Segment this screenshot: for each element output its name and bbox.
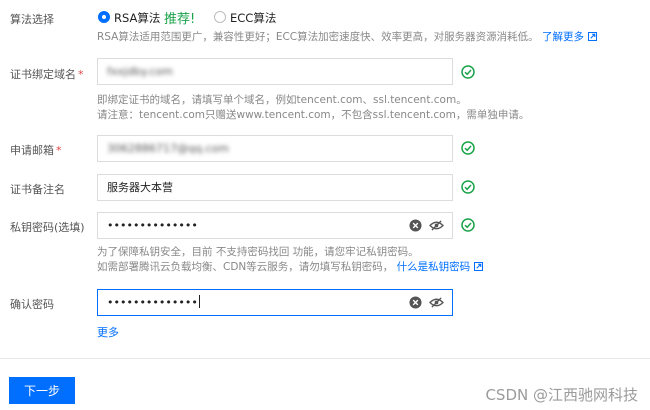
email-label: 申请邮箱 * [10, 144, 62, 157]
confirm-key-label: 确认密码 [10, 298, 54, 311]
clear-icon[interactable] [409, 296, 422, 309]
clear-icon[interactable] [409, 219, 422, 232]
text-caret [198, 295, 200, 308]
external-link-icon [587, 32, 597, 41]
domain-help-2: 请注意：tencent.com只赠送www.tencent.com，不包含ssl… [97, 109, 530, 121]
email-valid-check-icon [461, 141, 475, 155]
domain-label: 证书绑定域名 * [10, 68, 84, 81]
private-key-input[interactable]: •••••••••••••• [97, 212, 453, 239]
algorithm-help: RSA算法适用范围更广，兼容性更好；ECC算法加密速度快、效率更高，对服务器资源… [97, 30, 597, 45]
rsa-option-label[interactable]: RSA算法 [114, 10, 160, 26]
private-key-help-1: 为了保障私钥安全，目前 不支持密码找回 功能，请您牢记私钥密码。 [97, 246, 419, 258]
private-key-valid-check-icon [461, 218, 475, 232]
remark-input[interactable]: 服务器大本营 [97, 174, 453, 201]
next-step-button[interactable]: 下一步 [9, 377, 75, 404]
eye-off-icon[interactable] [429, 296, 444, 309]
private-key-label: 私钥密码(选填) [10, 221, 85, 234]
learn-more-link[interactable]: 了解更多 [542, 31, 597, 43]
private-key-help-2: 如需部署腾讯云负载均衡、CDN等云服务，请勿填写私钥密码， 什么是私钥密码 [97, 260, 484, 275]
algorithm-label: 算法选择 [10, 13, 54, 26]
domain-valid-check-icon [461, 65, 475, 79]
recommend-text: 推荐! [164, 12, 196, 27]
ecc-radio[interactable] [214, 11, 226, 23]
rsa-radio[interactable] [98, 11, 110, 23]
remark-label: 证书备注名 [10, 183, 65, 196]
remark-valid-check-icon [461, 180, 475, 194]
more-link[interactable]: 更多 [97, 324, 119, 340]
watermark: CSDN @江西驰网科技 [485, 386, 638, 404]
domain-help-1: 即绑定证书的域名，请填写单个域名，例如tencent.com、ssl.tence… [97, 94, 467, 106]
footer-divider [0, 358, 650, 359]
what-is-private-key-link[interactable]: 什么是私钥密码 [397, 261, 484, 273]
confirm-key-input[interactable]: •••••••••••••• [97, 289, 453, 316]
eye-off-icon[interactable] [429, 219, 444, 232]
external-link-icon [474, 262, 484, 271]
domain-input[interactable]: fxxjdby.com [97, 58, 453, 85]
email-input[interactable]: 3062886717@qq.com [97, 135, 453, 162]
ecc-option-label[interactable]: ECC算法 [230, 10, 276, 26]
